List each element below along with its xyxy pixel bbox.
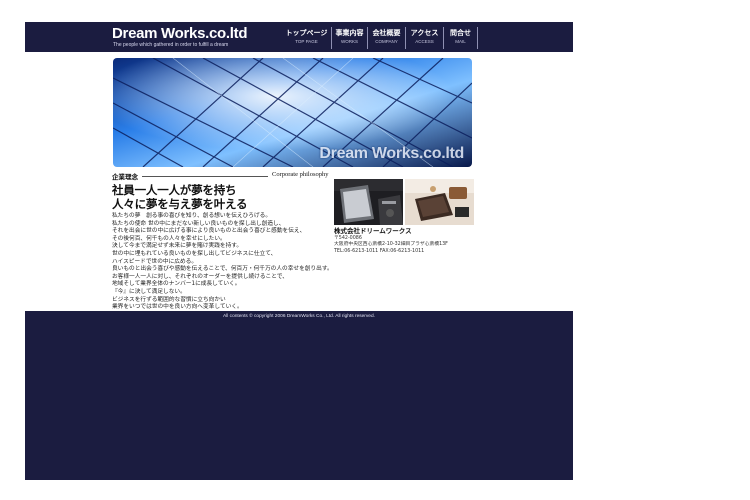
- page-container: Dream Works.co.ltd The people which gath…: [25, 22, 573, 480]
- site-header: Dream Works.co.ltd The people which gath…: [25, 22, 573, 52]
- philosophy-heading: 企業理念 Corporate philosophy: [112, 171, 330, 181]
- nav-item-label: 会社概要: [372, 29, 401, 37]
- nav-item-label: アクセス: [410, 29, 439, 37]
- site-footer: All contents © copyright 2006 DreamWorks…: [25, 311, 573, 480]
- body-line: それを出会に世の中に広げる事により良いものと出会う喜びと感動を伝え、: [112, 228, 306, 235]
- heading-divider: [142, 176, 268, 177]
- company-photos: [334, 179, 474, 225]
- body-line: 私たちの夢 創る事の喜びを知り、創る想いを伝えひろげる。: [112, 213, 272, 219]
- body-line: ビジネスを行ずる範囲的な習慣に立ち向かい: [112, 296, 226, 303]
- corporate-philosophy-section: 企業理念 Corporate philosophy 社員一人一人が夢を持ち 人々…: [112, 171, 333, 312]
- slogan-line: 人々に夢を与え夢を叶える: [112, 197, 248, 211]
- philosophy-heading-en: Corporate philosophy: [272, 171, 329, 178]
- hero-caption: Dream Works.co.ltd: [319, 145, 464, 162]
- nav-item-label: 問合せ: [450, 29, 471, 37]
- nav-item-access[interactable]: アクセス ACCESS: [406, 27, 444, 49]
- nav-item-top-page[interactable]: トップページ TOP PAGE: [282, 27, 332, 49]
- slogan-line: 社員一人一人が夢を持ち: [112, 183, 237, 197]
- body-line: 地域そして業界全体のナンバー1に成長していく。: [112, 281, 241, 288]
- nav-item-sublabel: COMPANY: [375, 39, 398, 44]
- site-tagline: The people which gathered in order to fu…: [113, 42, 229, 48]
- philosophy-slogan: 社員一人一人が夢を持ち 人々に夢を与え夢を叶える: [112, 183, 330, 211]
- nav-item-works[interactable]: 事業内容 WORKS: [332, 27, 368, 49]
- philosophy-heading-jp: 企業理念: [112, 173, 138, 181]
- nav-item-sublabel: ACCESS: [415, 39, 434, 44]
- nav-item-company[interactable]: 会社概要 COMPANY: [368, 27, 406, 49]
- body-line: 良いものと出会う喜びや感動を伝えることで、何百万・何千万の人の幸せを創り出す。: [112, 266, 333, 273]
- footer-copyright: All contents © copyright 2006 DreamWorks…: [223, 314, 375, 319]
- nav-item-mail[interactable]: 問合せ MAIL: [444, 27, 478, 49]
- company-info: 株式会社ドリームワークス 〒542-0086 大阪府中央区西心斎橋2-10-32…: [334, 227, 484, 255]
- company-name: 株式会社ドリームワークス: [334, 227, 412, 235]
- office-desk-photo: [334, 179, 403, 225]
- site-logo[interactable]: Dream Works.co.ltd: [112, 25, 248, 42]
- nav-item-sublabel: TOP PAGE: [295, 39, 318, 44]
- hero-banner-image: Dream Works.co.ltd: [113, 58, 472, 167]
- body-line: 『今』に決して満足しない。: [112, 288, 186, 295]
- nav-item-label: 事業内容: [335, 29, 364, 37]
- nav-item-sublabel: MAIL: [455, 39, 466, 44]
- nav-item-sublabel: WORKS: [340, 39, 358, 44]
- leather-goods-photo: [405, 179, 474, 225]
- company-contact: TEL:06-6213-1011 FAX:06-6213-1011: [334, 248, 425, 254]
- body-line: 決して今まで満足せず未来に夢を賭け実践を持す。: [112, 243, 243, 250]
- body-line: 世の中に埋もれている良いものを探し出してビジネスに仕立て、: [112, 250, 277, 257]
- nav-item-label: トップページ: [285, 29, 328, 37]
- philosophy-body: 私たちの夢 創る事の喜びを知り、創る想いを伝えひろげる。 私たちの使命 世の中に…: [112, 213, 333, 312]
